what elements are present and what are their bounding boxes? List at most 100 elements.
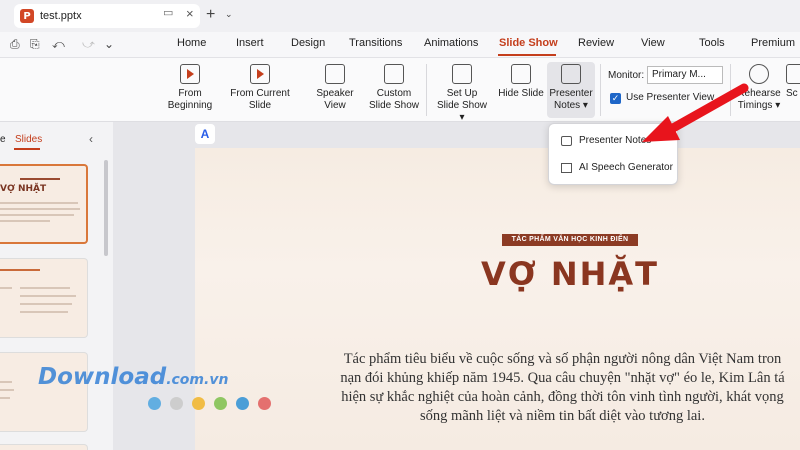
menu-view[interactable]: View (641, 37, 665, 49)
thumb-line (0, 214, 74, 216)
menu-tools[interactable]: Tools (699, 37, 725, 49)
collapse-panel-icon[interactable]: ‹ (89, 132, 93, 146)
set-up-label-2: Slide Show ▾ (436, 100, 488, 123)
menu-bar: ⎙ ⎘ ⤺ ⤻ ⌄ Home Insert Design Transitions… (0, 32, 800, 58)
menu-slide-show[interactable]: Slide Show (499, 37, 558, 49)
hide-slide-label: Hide Slide (498, 88, 544, 99)
panel-scrollbar[interactable] (104, 160, 108, 256)
slide-thumbnail-2[interactable] (0, 258, 88, 338)
menu-home[interactable]: Home (177, 37, 206, 49)
print-icon[interactable]: ⎙ (10, 37, 20, 52)
from-current-label: From Current Slide (230, 88, 290, 111)
watermark-dot (258, 397, 271, 410)
body-line: Tác phẩm tiêu biểu về cuộc sống và số ph… (343, 351, 782, 367)
thumb-title: VỢ NHẶT (0, 184, 47, 194)
title-bar: P test.pptx ▭ × + ⌄ (0, 0, 800, 32)
hide-slide-button[interactable]: Hide Slide (497, 64, 545, 100)
menu-animations[interactable]: Animations (424, 37, 478, 49)
slides-tab-underline (14, 148, 40, 150)
slide-thumbnail-4[interactable] (0, 444, 88, 450)
speaker-view-icon (325, 64, 345, 84)
presenter-notes-label-1: Presenter (549, 88, 593, 99)
print-preview-icon[interactable]: ⎘ (30, 37, 40, 52)
menu-review[interactable]: Review (578, 37, 614, 49)
thumb-line (20, 303, 72, 305)
menu-insert[interactable]: Insert (236, 37, 264, 49)
slide-thumbnail-1[interactable]: VỢ NHẶT (0, 164, 88, 244)
thumb-line (0, 389, 14, 391)
play-current-icon (250, 64, 270, 84)
screen-label: Sc (786, 88, 798, 99)
watermark-dot (170, 397, 183, 410)
monitor-label: Monitor: (608, 70, 645, 81)
thumb-line (20, 295, 76, 297)
set-up-slide-show-button[interactable]: Set Up Slide Show ▾ (434, 64, 490, 124)
speaker-view-button[interactable]: Speaker View (305, 64, 365, 112)
watermark-dot (214, 397, 227, 410)
tab-menu-icon[interactable]: ⌄ (225, 9, 233, 20)
ai-assistant-icon[interactable]: A (195, 124, 215, 144)
watermark-suffix: .com.vn (166, 372, 229, 388)
hide-slide-icon (511, 64, 531, 84)
watermark-dot (236, 397, 249, 410)
undo-icon[interactable]: ⤺ (52, 37, 65, 52)
powerpoint-icon: P (20, 9, 34, 23)
presenter-notes-button[interactable]: Presenter Notes ▾ (547, 62, 595, 118)
thumb-line (0, 287, 12, 289)
thumb-line (0, 397, 10, 399)
arrow-shaft (661, 83, 749, 137)
set-up-label-1: Set Up (446, 88, 478, 99)
body-line: sống mãnh liệt và niềm tin bất diệt vào … (420, 408, 705, 424)
watermark-dot (192, 397, 205, 410)
thumb-line (0, 220, 50, 222)
body-line: hiện sự khắc nghiệt của hoàn cảnh, đồng … (341, 389, 784, 405)
play-from-start-icon (180, 64, 200, 84)
from-beginning-button[interactable]: From Beginning (166, 64, 214, 112)
slide-body: Tác phẩm tiêu biểu về cuộc sống và số ph… (325, 350, 800, 426)
quick-access-menu-icon[interactable]: ⌄ (104, 37, 114, 51)
slide-badge: TÁC PHẨM VĂN HỌC KINH ĐIỂN (502, 234, 638, 246)
speaker-view-label: Speaker View (316, 88, 354, 111)
watermark-dot (148, 397, 161, 410)
monitor-icon[interactable]: ▭ (163, 6, 173, 19)
watermark-text: Download (38, 364, 167, 390)
annotation-arrow (642, 83, 749, 142)
ribbon-separator (426, 64, 427, 116)
from-beginning-label-2: Beginning (167, 100, 213, 111)
ai-speech-icon (561, 163, 572, 173)
screen-button-partial[interactable]: Sc (786, 64, 800, 100)
menu-transitions[interactable]: Transitions (349, 37, 402, 49)
thumb-badge (20, 178, 60, 180)
thumb-line (20, 311, 68, 313)
screen-icon (786, 64, 800, 84)
tab-outline[interactable]: e (0, 134, 6, 145)
gear-icon (452, 64, 472, 84)
menu-design[interactable]: Design (291, 37, 325, 49)
arrow-head (642, 116, 680, 142)
watermark-logo: Download.com.vn (38, 364, 228, 390)
from-beginning-label-1: From (178, 88, 202, 99)
use-presenter-view-checkbox[interactable]: ✓ (610, 93, 621, 104)
menu-item-label: AI Speech Generator (579, 162, 673, 173)
active-tab-underline (498, 54, 556, 56)
timer-icon (749, 64, 769, 84)
custom-slide-show-button[interactable]: Custom Slide Show (368, 64, 420, 112)
slide-title: VỢ NHẶT (480, 255, 659, 293)
menu-premium[interactable]: Premium (751, 37, 795, 49)
custom-show-label-2: Slide Show (368, 100, 420, 111)
close-tab-icon[interactable]: × (186, 6, 194, 21)
tab-title: test.pptx (40, 10, 82, 22)
menu-item-ai-speech-generator[interactable]: AI Speech Generator (549, 156, 679, 180)
from-current-slide-button[interactable]: From Current Slide (219, 64, 301, 112)
thumb-line (0, 202, 78, 204)
presenter-notes-icon (561, 136, 572, 146)
ribbon-separator (600, 64, 601, 116)
thumb-line (0, 269, 40, 271)
new-tab-icon[interactable]: + (206, 6, 215, 24)
redo-icon[interactable]: ⤻ (82, 37, 95, 52)
presenter-notes-label-2: Notes ▾ (554, 100, 588, 111)
thumb-line (0, 208, 80, 210)
custom-show-label-1: Custom (376, 88, 412, 99)
thumb-line (20, 287, 70, 289)
tab-slides[interactable]: Slides (15, 134, 42, 145)
